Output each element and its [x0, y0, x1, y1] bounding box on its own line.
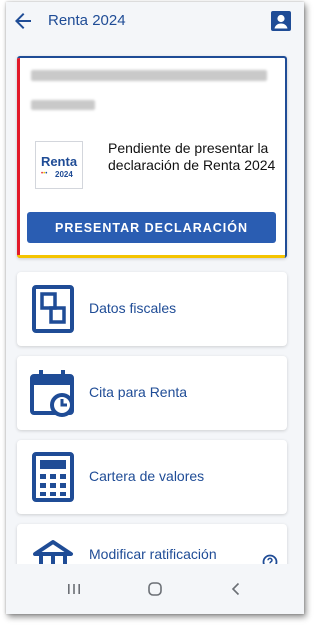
redacted-taxpayer-name	[31, 70, 267, 81]
menu-item-label: Cita para Renta	[89, 384, 188, 400]
account-box-icon[interactable]	[270, 10, 292, 32]
app-bar: Renta 2024	[6, 2, 304, 40]
renta-logo-dots: •••	[41, 171, 48, 177]
accent-red-bar	[17, 58, 20, 258]
renta-2024-logo: Renta ••• 2024	[35, 141, 83, 189]
recents-icon[interactable]	[63, 578, 85, 600]
presentar-declaracion-button[interactable]: PRESENTAR DECLARACIÓN	[27, 212, 276, 243]
home-circle-icon[interactable]	[144, 578, 166, 600]
calendar-clock-icon	[30, 370, 74, 417]
menu-item-datos-fiscales[interactable]: Datos fiscales	[17, 272, 287, 346]
chevron-back-icon[interactable]	[225, 578, 247, 600]
menu-item-cita-renta[interactable]: Cita para Renta	[17, 356, 287, 430]
declaration-status-text: Pendiente de presentar la declaración de…	[108, 140, 276, 173]
calculator-icon	[32, 452, 74, 502]
declaration-status-card: Renta ••• 2024 Pendiente de presentar la…	[17, 56, 287, 258]
page-title: Renta 2024	[48, 12, 126, 29]
phone-screen: Renta 2024 Renta ••• 2024 Pendiente de p…	[6, 2, 304, 614]
menu-item-label: Datos fiscales	[89, 300, 177, 316]
accent-yellow-bar	[17, 255, 285, 258]
menu-item-label: Modificar ratificación	[89, 546, 217, 562]
menu-item-cartera-valores[interactable]: Cartera de valores	[17, 440, 287, 514]
system-navigation-bar	[6, 564, 304, 614]
renta-logo-year: 2024	[55, 170, 73, 179]
menu-item-label: Cartera de valores	[89, 468, 205, 484]
redacted-taxpayer-id	[31, 100, 95, 110]
arrow-left-icon[interactable]	[11, 9, 35, 33]
renta-logo-word: Renta	[40, 154, 78, 169]
fiscal-document-icon	[32, 285, 74, 333]
